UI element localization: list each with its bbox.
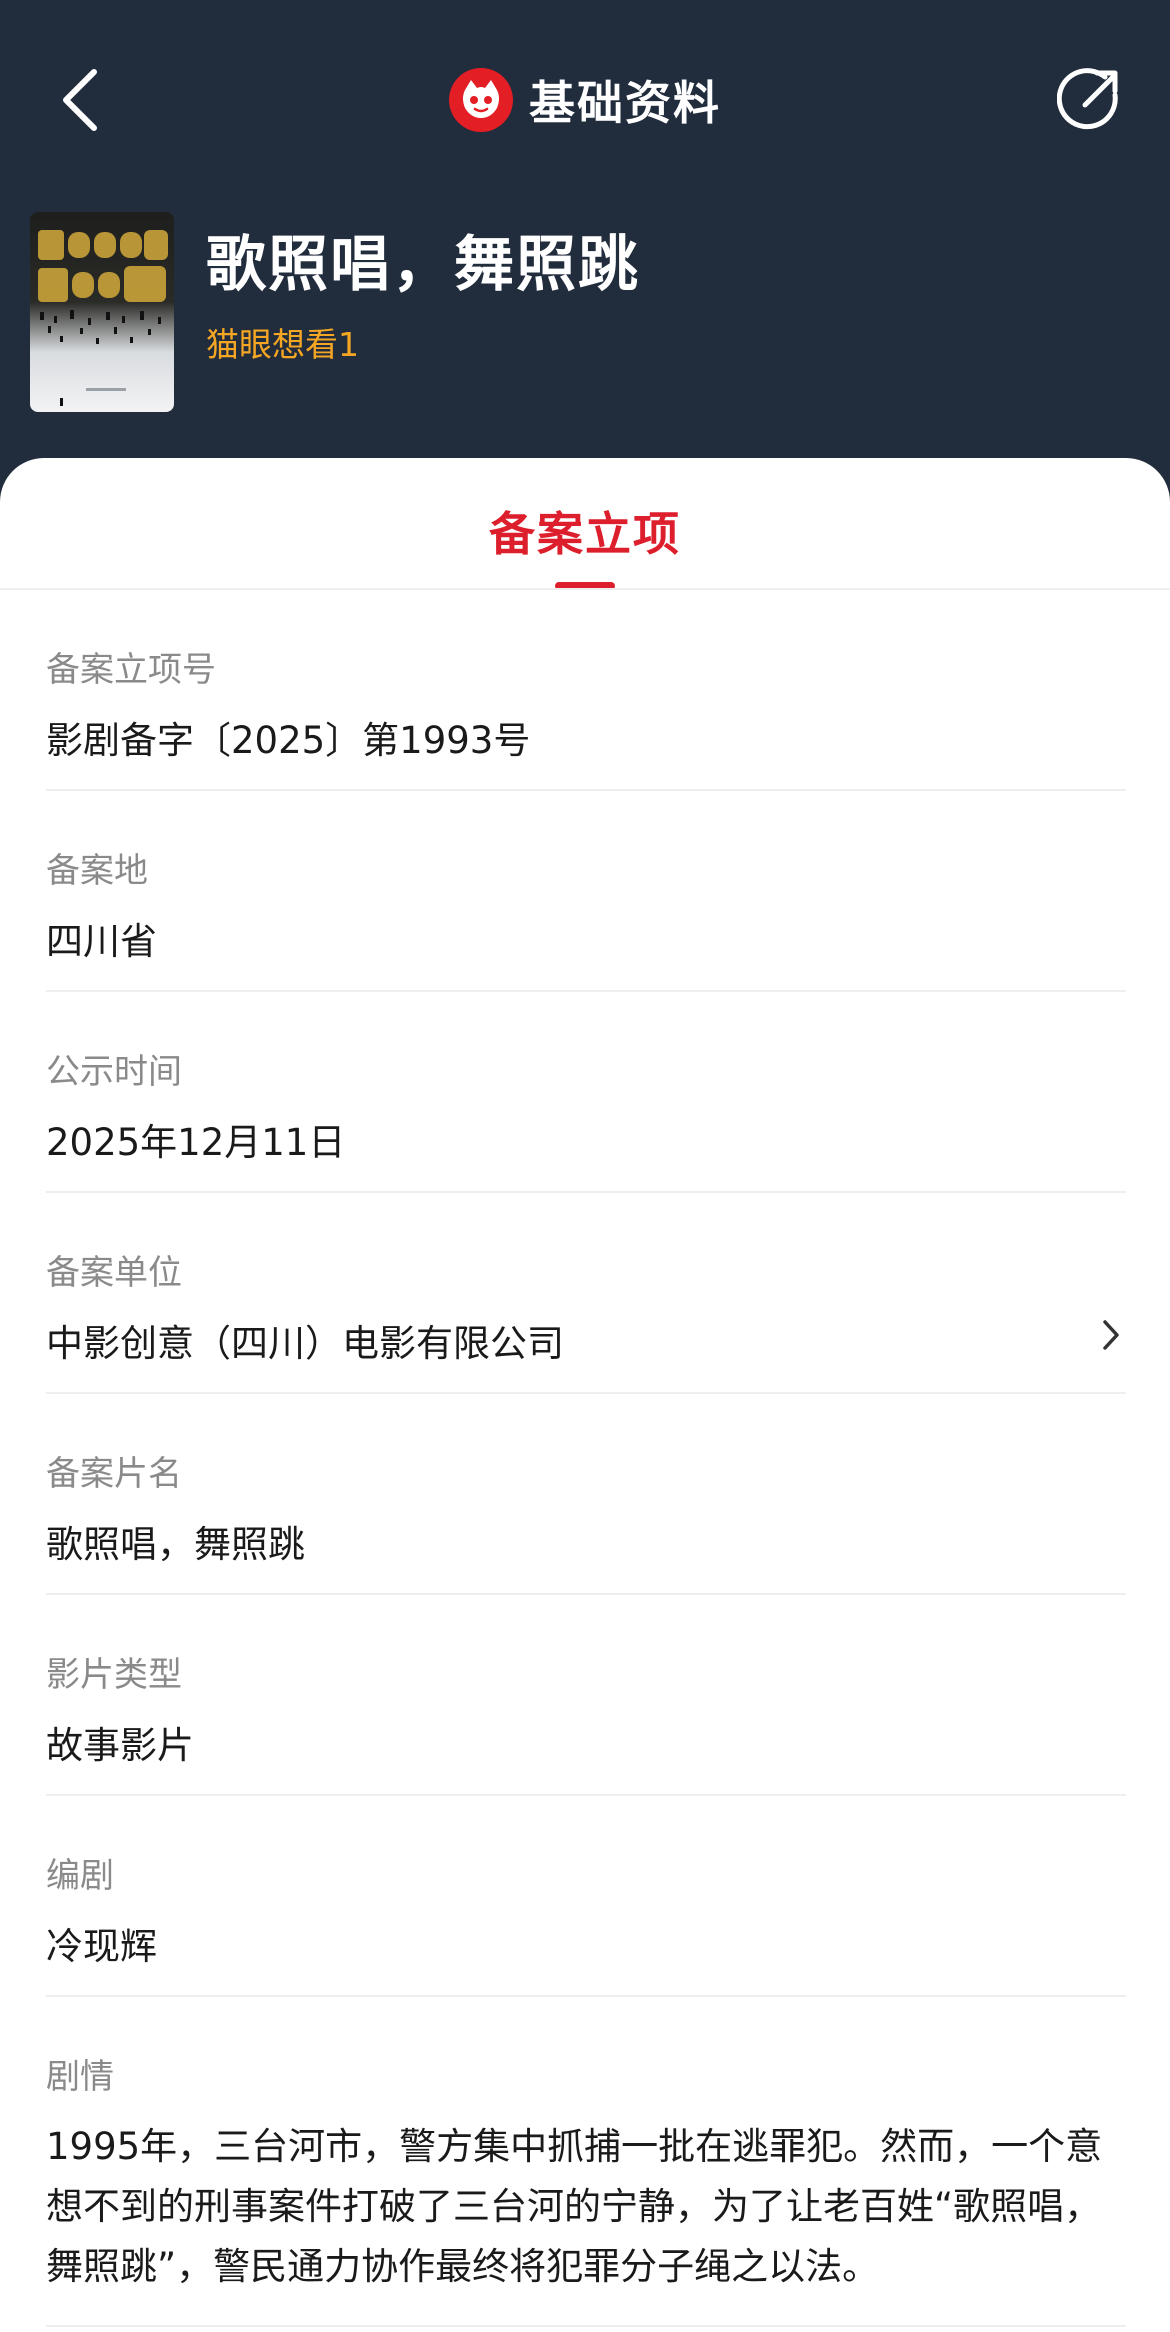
info-row-filing-title: 备案片名 歌照唱，舞照跳 [46,1394,1126,1595]
synopsis-text: 1995年，三台河市，警方集中抓捕一批在逃罪犯。然而，一个意想不到的刑事案件打破… [46,2125,1103,2288]
info-label: 备案单位 [46,1253,182,1293]
info-label: 备案片名 [46,1454,182,1494]
movie-title: 歌照唱，舞照跳 [206,230,640,300]
info-list: 备案立项号 影剧备字〔2025〕第1993号 备案地 四川省 公示时间 2025… [46,590,1126,2327]
info-value: 故事影片 [46,1724,194,1767]
tab-label: 备案立项 [489,507,681,561]
info-value: 影剧备字〔2025〕第1993号 [46,719,531,762]
info-label: 备案地 [46,851,148,891]
info-row-publish-date: 公示时间 2025年12月11日 [46,992,1126,1193]
info-label: 备案立项号 [46,650,216,690]
info-value: 四川省 [46,920,157,963]
nav-title: 基础资料 [0,62,1170,138]
info-row-filing-company[interactable]: 备案单位 中影创意（四川）电影有限公司 [46,1193,1126,1394]
info-label: 编剧 [46,1856,114,1896]
info-value: 中影创意（四川）电影有限公司 [46,1322,564,1365]
share-button[interactable] [1050,60,1130,140]
chevron-right-icon [1096,1313,1126,1357]
info-row-screenwriter: 编剧 冷现辉 [46,1796,1126,1997]
maoyan-cat-logo [449,68,513,132]
info-row-filing-number: 备案立项号 影剧备字〔2025〕第1993号 [46,590,1126,791]
info-label: 影片类型 [46,1655,182,1695]
tab-filing[interactable]: 备案立项 [0,458,1170,590]
info-value: 冷现辉 [46,1925,157,1968]
info-row-synopsis: 剧情 1995年，三台河市，警方集中抓捕一批在逃罪犯。然而，一个意想不到的刑事案… [46,1997,1126,2327]
details-card: 备案立项 备案立项号 影剧备字〔2025〕第1993号 备案地 四川省 公示时间… [0,458,1170,2332]
info-label: 公示时间 [46,1052,182,1092]
page-title: 基础资料 [529,76,721,130]
info-row-film-type: 影片类型 故事影片 [46,1595,1126,1796]
header: 基础资料 歌照唱，舞照跳 猫眼想看1 [0,0,1170,520]
info-label: 剧情 [46,2057,114,2097]
want-see-count: 猫眼想看1 [206,325,359,364]
info-value: 2025年12月11日 [46,1121,346,1164]
share-icon [1057,68,1118,130]
info-value: 歌照唱，舞照跳 [46,1523,305,1566]
movie-poster[interactable] [30,212,174,412]
info-row-filing-location: 备案地 四川省 [46,791,1126,992]
